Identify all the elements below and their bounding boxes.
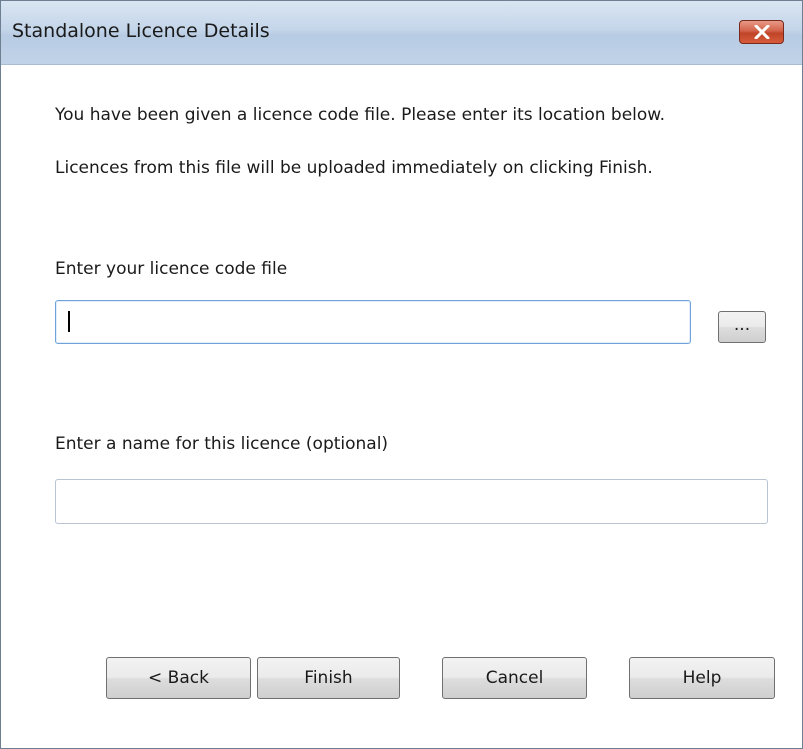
close-icon xyxy=(754,25,770,39)
cancel-button-label: Cancel xyxy=(485,668,544,688)
back-button-label: < Back xyxy=(148,668,209,688)
back-button[interactable]: < Back xyxy=(106,657,251,699)
licence-name-label: Enter a name for this licence (optional) xyxy=(55,434,389,454)
intro-text-line1: You have been given a licence code file.… xyxy=(55,105,666,125)
finish-button-label: Finish xyxy=(304,668,353,688)
title-bar[interactable]: Standalone Licence Details xyxy=(1,1,802,65)
window-title: Standalone Licence Details xyxy=(12,20,270,42)
help-button-label: Help xyxy=(682,668,722,688)
help-button[interactable]: Help xyxy=(629,657,775,699)
dialog-window: Standalone Licence Details You have been… xyxy=(0,0,803,749)
browse-button-label: ... xyxy=(733,315,751,335)
cancel-button[interactable]: Cancel xyxy=(442,657,587,699)
dialog-content: You have been given a licence code file.… xyxy=(1,65,802,748)
text-caret xyxy=(68,311,70,332)
close-button[interactable] xyxy=(739,20,784,44)
licence-name-input[interactable] xyxy=(55,479,768,524)
intro-text-line2: Licences from this file will be uploaded… xyxy=(55,158,653,178)
licence-file-label: Enter your licence code file xyxy=(55,259,288,279)
finish-button[interactable]: Finish xyxy=(257,657,400,699)
browse-button[interactable]: ... xyxy=(718,311,766,343)
licence-file-input[interactable] xyxy=(55,300,691,344)
